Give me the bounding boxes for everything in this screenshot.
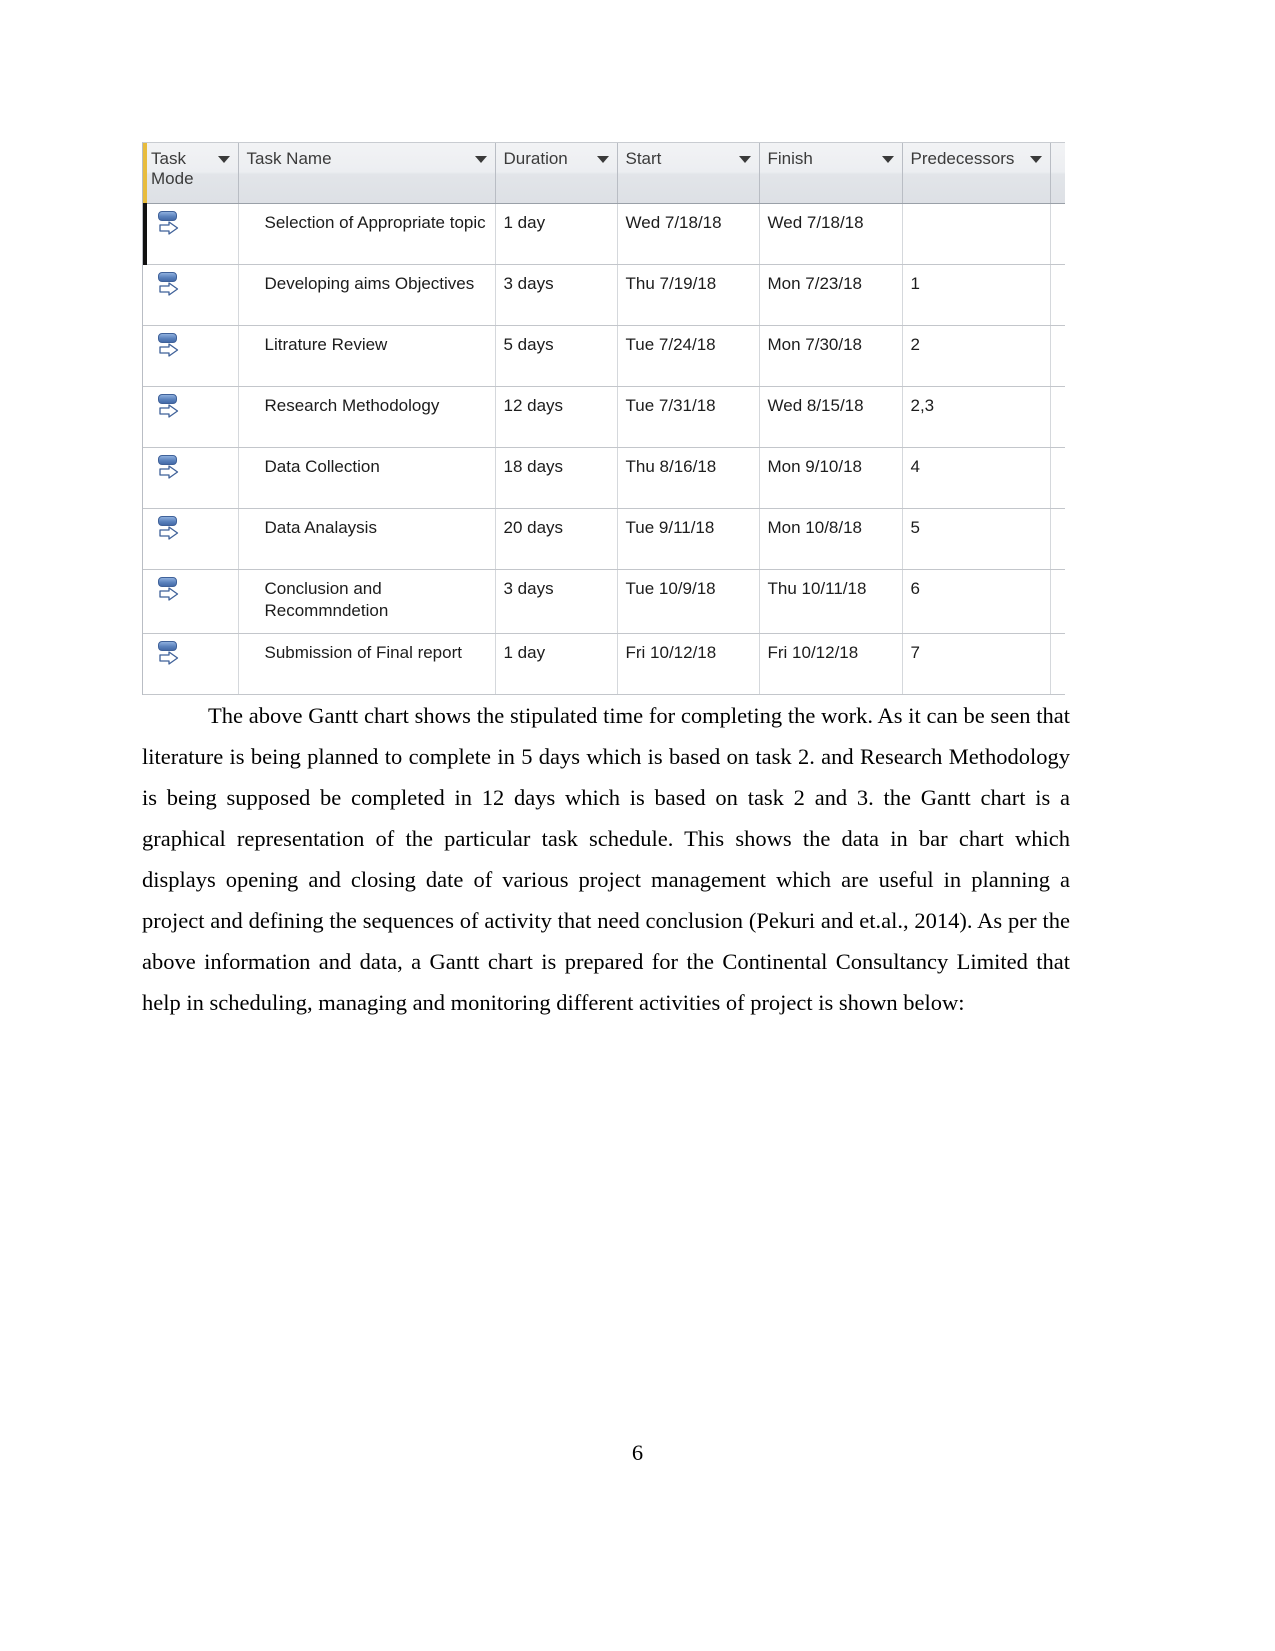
table-row[interactable]: Data Analaysis 20 days Tue 9/11/18 Mon 1… — [143, 508, 1065, 570]
column-header-finish[interactable]: Finish — [759, 143, 903, 204]
cell-predecessors: 7 — [902, 633, 1051, 695]
cell-start: Tue 10/9/18 — [617, 569, 760, 634]
cell-start: Wed 7/18/18 — [617, 203, 760, 265]
cell-finish: Mon 10/8/18 — [759, 508, 903, 570]
cell-truncated — [1050, 386, 1065, 448]
cell-finish: Mon 7/23/18 — [759, 264, 903, 326]
column-header-label: Finish — [767, 149, 813, 168]
cell-task-name: Conclusion and Recommndetion — [238, 569, 496, 634]
cell-duration: 12 days — [495, 386, 618, 448]
table-row[interactable]: Litrature Review 5 days Tue 7/24/18 Mon … — [143, 325, 1065, 387]
column-header-start[interactable]: Start — [617, 143, 760, 204]
table-row[interactable]: Submission of Final report 1 day Fri 10/… — [143, 633, 1065, 695]
document-page: Task Mode Task Name Duration Start Finis… — [0, 0, 1275, 1651]
cell-predecessors: 4 — [902, 447, 1051, 509]
chevron-down-icon[interactable] — [1029, 156, 1042, 163]
manually-scheduled-icon — [157, 332, 183, 362]
cell-task-name: Developing aims Objectives — [238, 264, 496, 326]
column-header-predecessors[interactable]: Predecessors — [902, 143, 1051, 204]
cell-duration: 3 days — [495, 569, 618, 634]
gantt-chart-table-figure: Task Mode Task Name Duration Start Finis… — [142, 142, 1065, 695]
cell-finish: Thu 10/11/18 — [759, 569, 903, 634]
cell-task-mode[interactable] — [143, 447, 239, 509]
column-header-label: Task Name — [246, 149, 332, 168]
manually-scheduled-icon — [157, 454, 183, 484]
cell-task-name: Research Methodology — [238, 386, 496, 448]
cell-task-mode[interactable] — [143, 508, 239, 570]
cell-task-mode[interactable] — [143, 569, 239, 634]
table-row[interactable]: Data Collection 18 days Thu 8/16/18 Mon … — [143, 447, 1065, 509]
cell-finish: Fri 10/12/18 — [759, 633, 903, 695]
table-row[interactable]: Selection of Appropriate topic 1 day Wed… — [143, 202, 1065, 265]
cell-predecessors: 5 — [902, 508, 1051, 570]
manually-scheduled-icon — [157, 515, 183, 545]
column-header-duration[interactable]: Duration — [495, 143, 618, 204]
cell-start: Thu 7/19/18 — [617, 264, 760, 326]
cell-finish: Mon 7/30/18 — [759, 325, 903, 387]
column-header-truncated — [1050, 143, 1065, 204]
column-header-label: Predecessors — [910, 149, 1015, 168]
column-header-task-mode[interactable]: Task Mode — [143, 143, 239, 204]
gantt-task-table: Task Mode Task Name Duration Start Finis… — [143, 143, 1065, 695]
cell-duration: 1 day — [495, 203, 618, 265]
cell-start: Fri 10/12/18 — [617, 633, 760, 695]
cell-task-mode[interactable] — [143, 202, 239, 265]
cell-task-mode[interactable] — [143, 633, 239, 695]
cell-truncated — [1050, 633, 1065, 695]
body-paragraph: The above Gantt chart shows the stipulat… — [142, 702, 1070, 1015]
chevron-down-icon[interactable] — [738, 156, 751, 163]
manually-scheduled-icon — [157, 640, 183, 670]
manually-scheduled-icon — [157, 393, 183, 423]
table-row[interactable]: Developing aims Objectives 3 days Thu 7/… — [143, 264, 1065, 326]
table-header-row: Task Mode Task Name Duration Start Finis… — [143, 143, 1065, 204]
cell-duration: 1 day — [495, 633, 618, 695]
cell-task-name: Data Collection — [238, 447, 496, 509]
cell-task-name: Data Analaysis — [238, 508, 496, 570]
cell-task-mode[interactable] — [143, 264, 239, 326]
chevron-down-icon[interactable] — [217, 156, 230, 163]
cell-truncated — [1050, 325, 1065, 387]
chevron-down-icon[interactable] — [596, 156, 609, 163]
cell-start: Thu 8/16/18 — [617, 447, 760, 509]
cell-duration: 3 days — [495, 264, 618, 326]
page-number: 6 — [631, 1440, 644, 1465]
cell-truncated — [1050, 569, 1065, 634]
cell-duration: 20 days — [495, 508, 618, 570]
cell-start: Tue 9/11/18 — [617, 508, 760, 570]
manually-scheduled-icon — [157, 210, 183, 240]
cell-task-name: Selection of Appropriate topic — [238, 203, 496, 265]
cell-task-name: Submission of Final report — [238, 633, 496, 695]
manually-scheduled-icon — [157, 576, 183, 606]
cell-predecessors: 1 — [902, 264, 1051, 326]
manually-scheduled-icon — [157, 271, 183, 301]
cell-start: Tue 7/31/18 — [617, 386, 760, 448]
chevron-down-icon[interactable] — [474, 156, 487, 163]
cell-finish: Wed 7/18/18 — [759, 203, 903, 265]
cell-duration: 18 days — [495, 447, 618, 509]
column-header-label: Duration — [503, 149, 568, 168]
column-header-task-name[interactable]: Task Name — [238, 143, 496, 204]
cell-truncated — [1050, 203, 1065, 265]
cell-predecessors: 6 — [902, 569, 1051, 634]
cell-task-mode[interactable] — [143, 386, 239, 448]
cell-predecessors: 2 — [902, 325, 1051, 387]
cell-start: Tue 7/24/18 — [617, 325, 760, 387]
column-header-label: Start — [625, 149, 662, 168]
cell-truncated — [1050, 264, 1065, 326]
table-body: Selection of Appropriate topic 1 day Wed… — [143, 202, 1065, 695]
cell-duration: 5 days — [495, 325, 618, 387]
cell-task-mode[interactable] — [143, 325, 239, 387]
table-row[interactable]: Conclusion and Recommndetion 3 days Tue … — [143, 569, 1065, 634]
cell-predecessors: 2,3 — [902, 386, 1051, 448]
table-row[interactable]: Research Methodology 12 days Tue 7/31/18… — [143, 386, 1065, 448]
cell-predecessors — [902, 203, 1051, 265]
cell-task-name: Litrature Review — [238, 325, 496, 387]
cell-truncated — [1050, 508, 1065, 570]
cell-truncated — [1050, 447, 1065, 509]
cell-finish: Mon 9/10/18 — [759, 447, 903, 509]
cell-finish: Wed 8/15/18 — [759, 386, 903, 448]
column-header-label: Task Mode — [151, 149, 194, 188]
chevron-down-icon[interactable] — [881, 156, 894, 163]
